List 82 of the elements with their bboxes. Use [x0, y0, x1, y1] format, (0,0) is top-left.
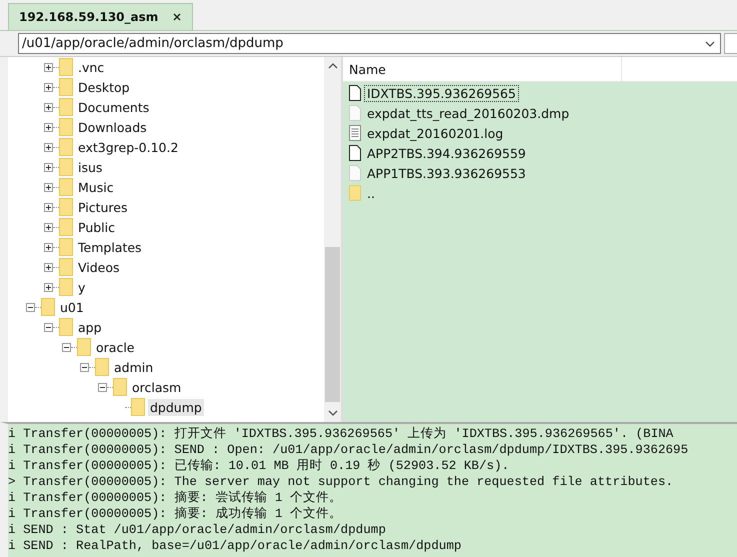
expander-icon[interactable] [44, 222, 53, 232]
folder-item[interactable]: Templates [76, 238, 144, 256]
file-item[interactable]: expdat_20160201.log [364, 124, 506, 142]
folder-item[interactable]: dpdump [148, 398, 204, 416]
folder-icon [349, 185, 361, 201]
log-line: i SEND : RealPath, base=/u01/app/oracle/admin/orclasm/dpdump [8, 538, 462, 554]
text-file-icon [349, 125, 361, 141]
log-line: i Transfer(00000005): 打开文件 'IDXTBS.395.936269565' 上传为 'IDXTBS.395.936269565'. (BINA [8, 426, 674, 442]
folder-item[interactable]: Pictures [76, 198, 130, 216]
file-item[interactable]: APP1TBS.393.936269553 [364, 164, 529, 182]
expander-icon[interactable] [44, 322, 53, 332]
folder-item[interactable]: oracle [94, 338, 136, 356]
folder-item[interactable]: ext3grep-0.10.2 [76, 138, 180, 156]
expander-icon[interactable] [44, 122, 53, 132]
folder-icon [41, 298, 55, 316]
folder-icon [59, 98, 73, 116]
folder-item[interactable]: Desktop [76, 78, 132, 96]
expander-icon[interactable] [44, 182, 53, 192]
folder-icon [59, 158, 73, 176]
log-line: i Transfer(00000005): 摘要: 尝试传输 1 个文件。 [8, 490, 344, 506]
folder-icon [59, 278, 73, 296]
file-icon [349, 145, 361, 161]
folder-item[interactable]: .vnc [76, 58, 106, 76]
file-icon [349, 85, 361, 101]
expander-icon[interactable] [62, 342, 71, 352]
log-line: i SEND : Stat /u01/app/oracle/admin/orclasm/dpdump [8, 522, 387, 538]
file-icon [349, 105, 361, 121]
scroll-down-icon[interactable] [328, 410, 338, 416]
folder-item[interactable]: Documents [76, 98, 152, 116]
folder-icon [59, 198, 73, 216]
file-item[interactable]: expdat_tts_read_20160203.dmp [364, 104, 572, 122]
filter-field[interactable] [724, 33, 737, 54]
folder-icon [59, 238, 73, 256]
folder-icon [77, 338, 91, 356]
expander-icon[interactable] [44, 62, 53, 72]
folder-item[interactable]: app [76, 318, 104, 336]
folder-icon [59, 178, 73, 196]
folder-item[interactable]: u01 [58, 298, 86, 316]
folder-icon [59, 58, 73, 76]
file-icon [349, 165, 361, 181]
folder-item[interactable]: Music [76, 178, 116, 196]
expander-icon[interactable] [44, 202, 53, 212]
log-line: i Transfer(00000005): 已传输: 10.01 MB 用时 0.19 秒 (52903.52 KB/s). [8, 458, 510, 474]
caret-icon[interactable] [705, 40, 715, 46]
folder-icon [113, 378, 127, 396]
folder-item[interactable]: isus [76, 158, 104, 176]
expander-icon[interactable] [44, 142, 53, 152]
folder-icon [59, 258, 73, 276]
expander-icon[interactable] [44, 82, 53, 92]
folder-icon [59, 78, 73, 96]
scroll-up-icon[interactable] [328, 63, 338, 69]
folder-icon [95, 358, 109, 376]
file-item[interactable]: .. [364, 184, 378, 202]
log-line: i Transfer(00000005): SEND : Open: /u01/app/oracle/admin/orclasm/dpdump/IDXTBS.395.9362695 [8, 442, 690, 458]
folder-item[interactable]: admin [112, 358, 156, 376]
scrollbar[interactable] [324, 57, 341, 422]
expander-icon[interactable] [26, 302, 35, 312]
expander-icon[interactable] [44, 282, 53, 292]
expander-icon[interactable] [44, 242, 53, 252]
folder-item[interactable]: y [76, 278, 88, 296]
folder-item[interactable]: Downloads [76, 118, 149, 136]
log-line: > Transfer(00000005): The server may not support changing the requested file attributes. [8, 474, 674, 490]
log-line: i Transfer(00000005): 摘要: 成功传输 1 个文件。 [8, 506, 344, 522]
path-field[interactable]: /u01/app/oracle/admin/orclasm/dpdump [18, 33, 721, 54]
folder-icon [59, 318, 73, 336]
close-icon[interactable] [172, 12, 182, 22]
file-item[interactable]: APP2TBS.394.936269559 [364, 144, 529, 162]
folder-icon [59, 138, 73, 156]
scrollbar-thumb[interactable] [325, 247, 340, 402]
folder-item[interactable]: orclasm [130, 378, 184, 396]
expander-icon[interactable] [44, 162, 53, 172]
folder-item[interactable]: Public [76, 218, 117, 236]
folder-icon [59, 218, 73, 236]
expander-icon[interactable] [80, 362, 89, 372]
expander-icon[interactable] [98, 382, 107, 392]
folder-item[interactable]: Videos [76, 258, 122, 276]
folder-icon [59, 118, 73, 136]
file-item[interactable]: IDXTBS.395.936269565 [364, 84, 519, 102]
folder-icon [131, 398, 145, 416]
expander-icon[interactable] [44, 262, 53, 272]
session-tab[interactable]: 192.168.59.130_asm [8, 3, 194, 30]
expander-icon[interactable] [44, 102, 53, 112]
